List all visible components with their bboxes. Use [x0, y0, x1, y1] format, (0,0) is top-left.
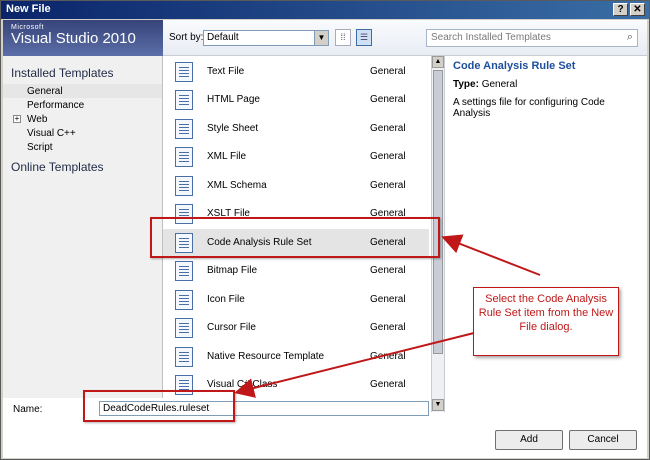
vs-logo: Microsoft Visual Studio 2010 — [3, 20, 163, 56]
template-name: XML File — [207, 151, 247, 162]
sort-label: Sort by: — [169, 32, 204, 43]
name-highlight-box — [83, 390, 235, 422]
template-row[interactable]: XML File General — [163, 143, 429, 171]
template-name: Native Resource Template — [207, 351, 325, 362]
template-category-pane: Installed Templates General Performance … — [3, 56, 163, 398]
xml-file-icon — [175, 147, 193, 167]
details-description: A settings file for configuring Code Ana… — [453, 97, 605, 119]
template-category: General — [370, 66, 406, 77]
template-category: General — [370, 94, 406, 105]
name-label: Name: — [13, 404, 43, 415]
text-file-icon — [175, 62, 193, 82]
template-row[interactable]: Bitmap File General — [163, 257, 429, 285]
medium-icons-view-icon[interactable]: ⁞⁞ — [335, 29, 351, 46]
scroll-up-icon[interactable]: ▲ — [432, 56, 444, 68]
xml-schema-icon — [175, 176, 193, 196]
template-category: General — [370, 379, 406, 390]
list-view-icon[interactable]: ☰ — [356, 29, 372, 46]
add-button[interactable]: Add — [495, 430, 563, 450]
template-category: General — [370, 265, 406, 276]
template-name: Text File — [207, 66, 245, 77]
style-sheet-icon — [175, 119, 193, 139]
template-name: Icon File — [207, 294, 245, 305]
bitmap-file-icon — [175, 261, 193, 281]
sort-dropdown[interactable]: Default ▼ — [203, 30, 329, 46]
template-row[interactable]: Cursor File General — [163, 314, 429, 342]
template-row[interactable]: Style Sheet General — [163, 115, 429, 143]
category-label: Script — [27, 142, 53, 153]
category-label: General — [27, 86, 63, 97]
resource-template-icon — [175, 347, 193, 367]
expand-icon[interactable]: + — [13, 115, 21, 123]
details-type: Type: General — [453, 79, 639, 90]
template-row[interactable]: XML Schema General — [163, 172, 429, 200]
category-label: Performance — [27, 100, 85, 111]
category-label: Web — [27, 114, 48, 125]
search-icon[interactable]: ⌕ — [627, 31, 633, 44]
template-category: General — [370, 322, 406, 333]
template-category: General — [370, 351, 406, 362]
help-button[interactable]: ? — [613, 3, 628, 16]
template-category: General — [370, 123, 406, 134]
category-general[interactable]: General — [3, 84, 162, 98]
category-script[interactable]: Script — [3, 140, 162, 154]
template-category: General — [370, 180, 406, 191]
scroll-thumb[interactable] — [433, 70, 443, 354]
installed-templates-header[interactable]: Installed Templates — [3, 56, 162, 84]
html-page-icon — [175, 90, 193, 110]
template-name: HTML Page — [207, 94, 260, 105]
template-details-pane: Code Analysis Rule Set Type: General A s… — [444, 56, 647, 412]
chevron-down-icon[interactable]: ▼ — [314, 31, 328, 45]
vs-logo-text: Visual Studio 2010 — [11, 30, 136, 47]
category-visual-cpp[interactable]: Visual C++ — [3, 126, 162, 140]
template-name: Cursor File — [207, 322, 256, 333]
template-category: General — [370, 294, 406, 305]
icon-file-icon — [175, 290, 193, 310]
category-web[interactable]: + Web — [3, 112, 162, 126]
template-row[interactable]: Native Resource Template General — [163, 343, 429, 371]
sort-value: Default — [207, 32, 239, 43]
search-placeholder: Search Installed Templates — [431, 32, 551, 43]
details-type-value: General — [481, 79, 518, 90]
window-title: New File — [6, 3, 51, 15]
category-label: Visual C++ — [27, 128, 76, 139]
sort-toolbar: Sort by: Default ▼ ⁞⁞ ☰ Search Installed… — [163, 20, 647, 56]
close-button[interactable]: ✕ — [630, 3, 645, 16]
template-category: General — [370, 151, 406, 162]
template-name: Style Sheet — [207, 123, 259, 134]
template-name: XML Schema — [207, 180, 267, 191]
details-title: Code Analysis Rule Set — [453, 60, 576, 72]
template-row[interactable]: Icon File General — [163, 286, 429, 314]
selection-highlight-box — [150, 217, 440, 258]
online-templates-header[interactable]: Online Templates — [3, 154, 162, 178]
search-input[interactable]: Search Installed Templates ⌕ — [426, 29, 638, 47]
category-performance[interactable]: Performance — [3, 98, 162, 112]
cursor-file-icon — [175, 318, 193, 338]
template-row[interactable]: Text File General — [163, 58, 429, 86]
details-type-label: Type: — [453, 79, 479, 90]
annotation-callout: Select the Code Analysis Rule Set item f… — [473, 287, 619, 356]
scroll-down-icon[interactable]: ▼ — [432, 399, 444, 411]
template-name: Bitmap File — [207, 265, 258, 276]
template-name: Visual C# Class — [207, 379, 278, 390]
cancel-button[interactable]: Cancel — [569, 430, 637, 450]
title-bar: New File ? ✕ — [1, 1, 649, 19]
template-row[interactable]: HTML Page General — [163, 86, 429, 114]
